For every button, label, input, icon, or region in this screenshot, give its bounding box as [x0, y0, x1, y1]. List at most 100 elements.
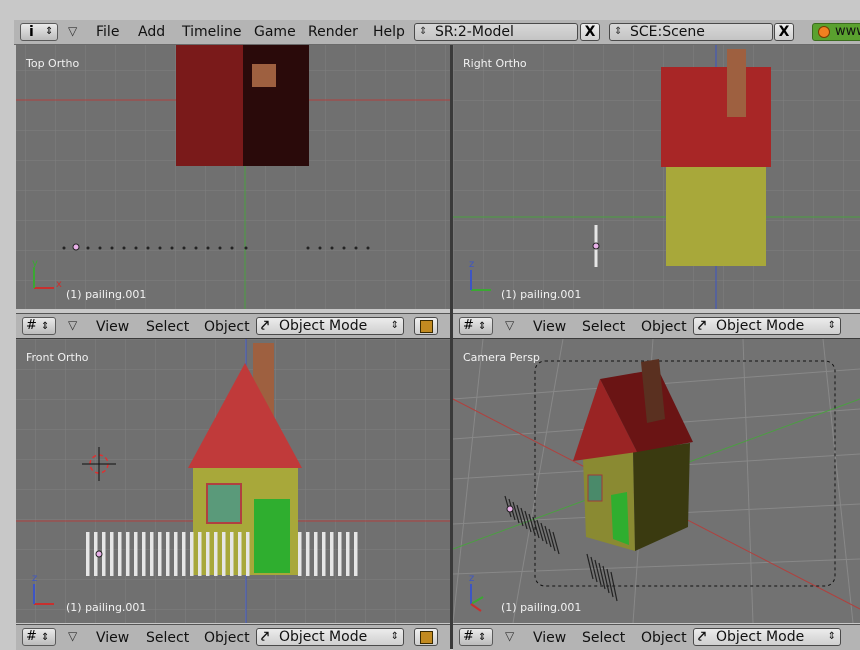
viewport-camera-persp[interactable]: Camera Persp (1) pailing.001 z	[453, 339, 860, 623]
www-button[interactable]: www	[812, 23, 860, 41]
www-label: www	[835, 24, 860, 39]
viewport-header-camera: # ⇕ ▽ View Select Object ⤤ Object Mode ⇕	[453, 624, 860, 650]
solid-shading-icon[interactable]	[414, 628, 438, 646]
active-object-label: (1) pailing.001	[66, 601, 147, 614]
delete-scene-button[interactable]: X	[774, 23, 794, 41]
top-ortho-scene	[16, 45, 450, 309]
house-roof	[661, 67, 771, 167]
vertical-divider[interactable]	[450, 45, 453, 649]
object-origin	[506, 505, 514, 513]
mode-label: Object Mode	[279, 629, 368, 645]
collapse-icon[interactable]: ▽	[68, 629, 77, 643]
menu-object[interactable]: Object	[641, 630, 687, 646]
mode-label: Object Mode	[716, 318, 805, 334]
menu-file[interactable]: File	[96, 24, 119, 40]
info-icon: i	[29, 24, 34, 40]
menu-render[interactable]: Render	[308, 24, 358, 40]
mode-label: Object Mode	[279, 318, 368, 334]
menu-view[interactable]: View	[96, 630, 129, 646]
mode-selector[interactable]: ⤤ Object Mode ⇕	[256, 628, 404, 646]
menu-view[interactable]: View	[533, 319, 566, 335]
delete-screen-button[interactable]: X	[580, 23, 600, 41]
grid-icon: #	[26, 318, 37, 333]
arrows-icon: ⇕	[390, 320, 399, 331]
viewport-front-ortho[interactable]: Front Ortho (1) pailing.001 z	[16, 339, 450, 623]
viewport-label: Front Ortho	[26, 351, 89, 364]
object-origin	[95, 550, 103, 558]
grid-icon: #	[26, 629, 37, 644]
window	[206, 483, 242, 524]
menu-select[interactable]: Select	[146, 630, 189, 646]
menu-add[interactable]: Add	[138, 24, 165, 40]
viewport-header-right: # ⇕ ▽ View Select Object ⤤ Object Mode ⇕	[453, 313, 860, 339]
screen-selector[interactable]: ⇕ SR:2-Model	[414, 23, 578, 41]
menu-game[interactable]: Game	[254, 24, 296, 40]
viewport-top-ortho[interactable]: Top Ortho (1) pailing.001 y x	[16, 45, 450, 309]
window	[587, 474, 603, 502]
editor-type-button[interactable]: # ⇕	[22, 628, 56, 646]
menu-select[interactable]: Select	[582, 630, 625, 646]
menu-select[interactable]: Select	[582, 319, 625, 335]
camera-persp-scene	[453, 339, 860, 623]
viewport-right-ortho[interactable]: Right Ortho (1) pailing.001 z	[453, 45, 860, 309]
menu-object[interactable]: Object	[641, 319, 687, 335]
mode-label: Object Mode	[716, 629, 805, 645]
house-walls	[666, 167, 766, 266]
screen-name: SR:2-Model	[435, 24, 514, 40]
arrows-icon: ⇕	[45, 26, 54, 37]
object-mode-icon: ⤤	[261, 318, 269, 334]
solid-shading-icon[interactable]	[414, 317, 438, 335]
collapse-icon[interactable]: ▽	[68, 318, 77, 332]
scene-selector[interactable]: ⇕ SCE:Scene	[609, 23, 773, 41]
collapse-icon[interactable]: ▽	[505, 318, 514, 332]
axis-label-y: y	[32, 258, 38, 269]
arrows-icon: ⇕	[390, 631, 399, 642]
right-ortho-scene	[453, 45, 860, 309]
axis-label-z: z	[32, 573, 38, 584]
menu-help[interactable]: Help	[373, 24, 405, 40]
collapse-icon[interactable]: ▽	[505, 629, 514, 643]
viewport-header-top: # ⇕ ▽ View Select Object ⤤ Object Mode ⇕	[16, 313, 450, 339]
chimney	[252, 64, 276, 87]
object-origin	[72, 243, 80, 251]
scene-name: SCE:Scene	[630, 24, 705, 40]
menu-object[interactable]: Object	[204, 319, 250, 335]
door	[611, 492, 629, 545]
arrows-icon: ⇕	[827, 320, 836, 331]
mode-selector[interactable]: ⤤ Object Mode ⇕	[693, 317, 841, 335]
chimney	[727, 49, 746, 117]
menu-view[interactable]: View	[96, 319, 129, 335]
arrows-icon: ⇕	[827, 631, 836, 642]
object-origin	[592, 242, 600, 250]
menu-timeline[interactable]: Timeline	[182, 24, 242, 40]
viewport-label: Right Ortho	[463, 57, 527, 70]
editor-type-button[interactable]: # ⇕	[459, 628, 493, 646]
active-object-label: (1) pailing.001	[501, 601, 582, 614]
grid-icon: #	[463, 318, 474, 333]
viewport-label: Camera Persp	[463, 351, 540, 364]
blender-logo-icon	[818, 26, 830, 38]
object-mode-icon: ⤤	[261, 629, 269, 645]
editor-type-button[interactable]: # ⇕	[22, 317, 56, 335]
menu-object[interactable]: Object	[204, 630, 250, 646]
menu-view[interactable]: View	[533, 630, 566, 646]
horizontal-divider[interactable]	[16, 338, 860, 339]
mode-selector[interactable]: ⤤ Object Mode ⇕	[256, 317, 404, 335]
mode-selector[interactable]: ⤤ Object Mode ⇕	[693, 628, 841, 646]
axis-label-x: x	[56, 279, 62, 290]
viewport-label: Top Ortho	[26, 57, 80, 70]
editor-type-button[interactable]: # ⇕	[459, 317, 493, 335]
house-roof-right	[243, 45, 309, 166]
viewport-header-front: # ⇕ ▽ View Select Object ⤤ Object Mode ⇕	[16, 624, 450, 650]
object-mode-icon: ⤤	[698, 318, 706, 334]
house-roof-left	[176, 45, 243, 166]
grid-icon: #	[463, 629, 474, 644]
arrows-icon: ⇕	[419, 26, 428, 37]
collapse-menu-icon[interactable]: ▽	[68, 24, 77, 38]
arrows-icon: ⇕	[614, 26, 623, 37]
menu-bar: i ⇕ ▽ File Add Timeline Game Render Help…	[14, 20, 860, 45]
menu-select[interactable]: Select	[146, 319, 189, 335]
front-ortho-scene	[16, 339, 450, 623]
editor-type-button[interactable]: i ⇕	[20, 23, 58, 41]
axis-label-z: z	[469, 573, 475, 584]
